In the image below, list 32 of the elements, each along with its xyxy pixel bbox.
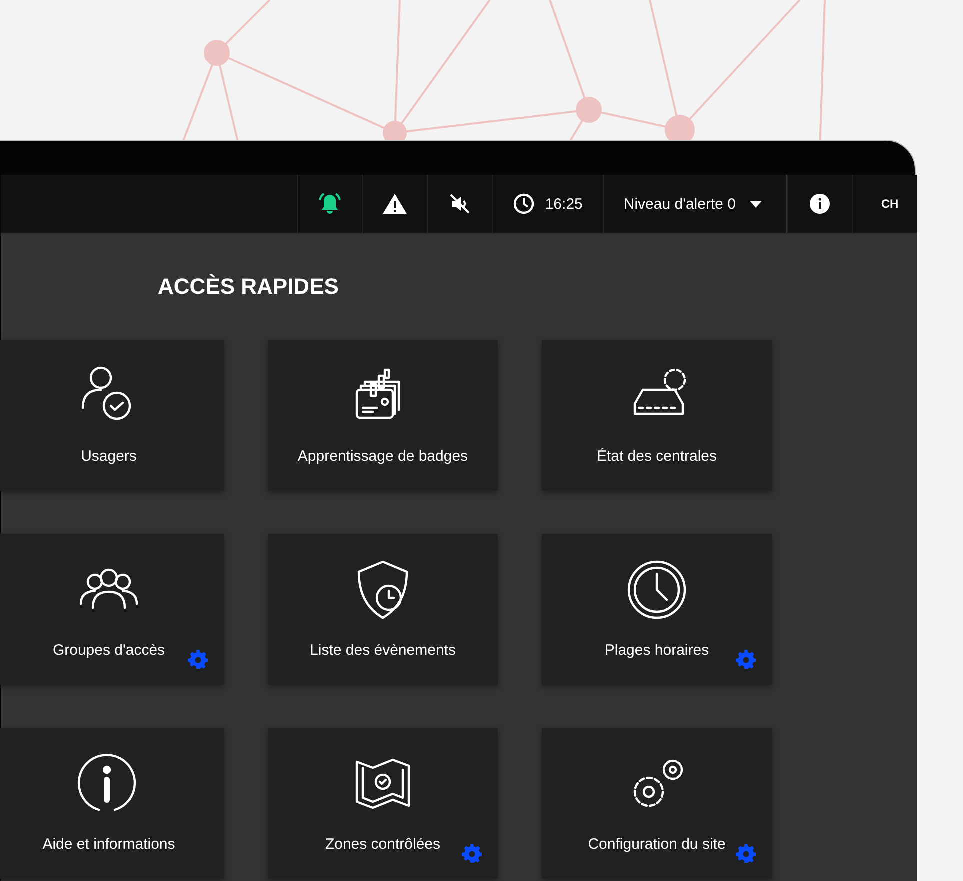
clock-icon [513,193,536,215]
caret-icon [750,200,762,208]
tile-label: Zones contrôlées [325,836,441,853]
alert-level-dropdown[interactable]: Niveau d'alerte 0 [602,175,787,233]
speaker-muted-icon [449,193,472,215]
tile-label: Plages horaires [604,642,710,659]
warning-icon [382,193,408,215]
tile-label: Aide et informations [42,836,176,853]
info-icon [810,194,830,214]
settings-icon[interactable] [736,843,756,863]
quick-access-tile[interactable]: Liste des évènements [268,534,498,685]
quick-access-tile[interactable]: Usagers [0,340,224,491]
bell-icon [317,192,344,216]
quick-access-tile[interactable]: Plages horaires [542,534,772,685]
tile-label: Usagers [81,448,137,465]
clock-time: 16:25 [545,196,583,212]
quick-access-tile[interactable]: Configuration du site [542,728,772,879]
quick-access-tile[interactable]: État des centrales [542,340,772,491]
settings-icon[interactable] [188,649,208,669]
settings-icon[interactable] [736,649,756,669]
tile-label: Groupes d'accès [52,642,166,659]
quick-access-tile[interactable]: Apprentissage de badges [268,340,498,491]
quick-access-tile[interactable]: Groupes d'accès [0,534,224,685]
section-title: ACCÈS RAPIDES [158,274,340,300]
tile-label: Apprentissage de badges [298,448,468,465]
quick-access-tile[interactable]: Zones contrôlées [268,728,498,879]
settings-icon[interactable] [462,843,482,863]
quick-access-tile[interactable]: Aide et informations [0,728,224,879]
tile-label: Liste des évènements [310,642,456,659]
clock-icon [625,558,689,622]
tile-label: Configuration du site [588,836,726,853]
tile-label: État des centrales [596,448,718,465]
